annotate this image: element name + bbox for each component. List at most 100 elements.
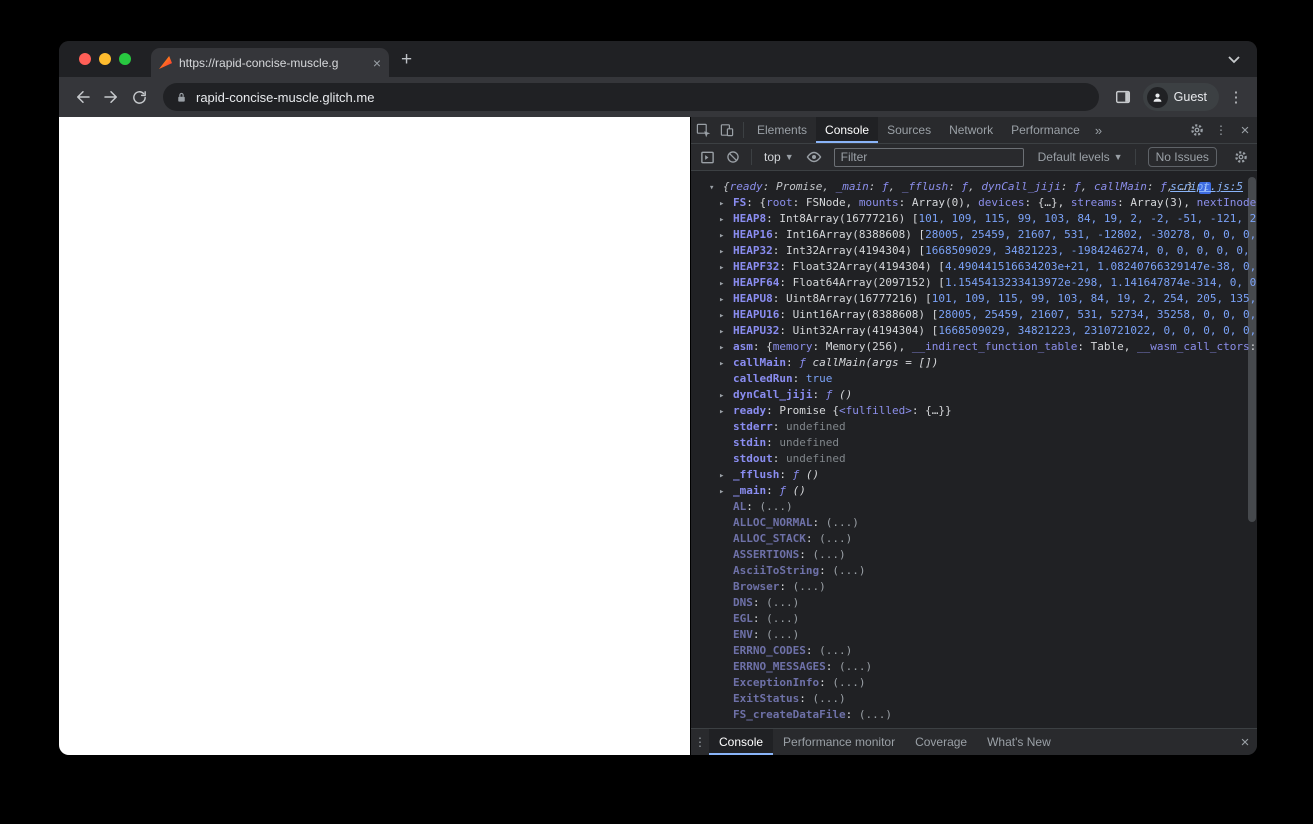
expand-arrow-open-icon[interactable]: ▾	[709, 180, 723, 196]
console-tree-row[interactable]: ▸ HEAP32: Int32Array(4194304) [1668509029…	[691, 243, 1257, 259]
console-tree-row[interactable]: ALLOC_NORMAL: (...)	[691, 515, 1257, 531]
console-tree-row[interactable]: ASSERTIONS: (...)	[691, 547, 1257, 563]
clear-console-button[interactable]	[721, 144, 745, 170]
expand-arrow-closed-icon[interactable]: ▸	[719, 308, 733, 324]
devtools-tab-performance[interactable]: Performance	[1002, 117, 1089, 143]
console-sidebar-button[interactable]	[695, 144, 719, 170]
side-panel-button[interactable]	[1109, 83, 1137, 111]
console-tree-row[interactable]: ▸ HEAP16: Int16Array(8388608) [28005, 254…	[691, 227, 1257, 243]
console-filter-input[interactable]	[833, 147, 1024, 167]
forward-button[interactable]	[97, 83, 125, 111]
console-tree-row[interactable]: ▸ asm: {memory: Memory(256), __indirect_f…	[691, 339, 1257, 355]
expand-arrow-closed-icon[interactable]: ▸	[719, 260, 733, 276]
drawer-tab-whats-new[interactable]: What's New	[977, 729, 1061, 755]
console-tree-row[interactable]: ▸ HEAP8: Int8Array(16777216) [101, 109, 1…	[691, 211, 1257, 227]
expand-arrow-closed-icon[interactable]: ▸	[719, 244, 733, 260]
console-text: (...)	[819, 532, 853, 545]
expand-arrow-closed-icon[interactable]: ▸	[719, 212, 733, 228]
console-tree-row[interactable]: ▾ {ready: Promise, _main: ƒ, _fflush: ƒ, …	[691, 179, 1257, 195]
console-text: HEAP8	[733, 212, 767, 225]
console-text: HEAPU8	[733, 292, 773, 305]
tab-close-icon[interactable]: ×	[373, 56, 381, 70]
drawer-tab-performance-monitor[interactable]: Performance monitor	[773, 729, 905, 755]
expand-arrow-closed-icon[interactable]: ▸	[719, 292, 733, 308]
console-tree-row[interactable]: stderr: undefined	[691, 419, 1257, 435]
devtools-tab-sources[interactable]: Sources	[878, 117, 940, 143]
console-tree-row[interactable]: ▸ callMain: ƒ callMain(args = [])	[691, 355, 1257, 371]
console-tree-row[interactable]: ▸ ready: Promise {<fulfilled>: {…}}	[691, 403, 1257, 419]
console-tree-row[interactable]: stdout: undefined	[691, 451, 1257, 467]
inspect-element-button[interactable]	[691, 117, 715, 143]
console-tree-row[interactable]: calledRun: true	[691, 371, 1257, 387]
expand-arrow-closed-icon[interactable]: ▸	[719, 276, 733, 292]
console-tree-row[interactable]: stdin: undefined	[691, 435, 1257, 451]
console-tree-row[interactable]: EGL: (...)	[691, 611, 1257, 627]
drawer-tab-coverage[interactable]: Coverage	[905, 729, 977, 755]
console-tree-row[interactable]: ▸ HEAPF32: Float32Array(4194304) [4.49044…	[691, 259, 1257, 275]
profile-chip[interactable]: Guest	[1142, 83, 1219, 111]
devtools-tab-network[interactable]: Network	[940, 117, 1002, 143]
lock-icon[interactable]	[175, 91, 188, 104]
console-tree-row[interactable]: AsciiToString: (...)	[691, 563, 1257, 579]
console-tree-row[interactable]: DNS: (...)	[691, 595, 1257, 611]
console-tree-row[interactable]: ERRNO_CODES: (...)	[691, 643, 1257, 659]
reload-button[interactable]	[125, 83, 153, 111]
console-tree-row[interactable]: Browser: (...)	[691, 579, 1257, 595]
console-tree-row[interactable]: ▸ HEAPU8: Uint8Array(16777216) [101, 109,…	[691, 291, 1257, 307]
javascript-context-selector[interactable]: top ▼	[758, 150, 800, 164]
browser-menu-kebab-icon[interactable]: ⋮	[1225, 88, 1247, 106]
issues-button[interactable]: No Issues	[1147, 147, 1217, 167]
expand-arrow-closed-icon[interactable]: ▸	[719, 356, 733, 372]
console-text: undefined	[786, 452, 846, 465]
console-tree-row[interactable]: ExitStatus: (...)	[691, 691, 1257, 707]
devtools-close-icon[interactable]: ×	[1233, 117, 1257, 143]
close-window-button[interactable]	[79, 53, 91, 65]
expand-arrow-closed-icon[interactable]: ▸	[719, 484, 733, 500]
browser-tab[interactable]: https://rapid-concise-muscle.g ×	[151, 48, 389, 77]
zoom-window-button[interactable]	[119, 53, 131, 65]
console-text: :	[799, 692, 813, 705]
console-tree-row[interactable]: ▸ _main: ƒ ()	[691, 483, 1257, 499]
console-tree-row[interactable]: ERRNO_MESSAGES: (...)	[691, 659, 1257, 675]
console-tree-row[interactable]: AL: (...)	[691, 499, 1257, 515]
device-toolbar-button[interactable]	[715, 117, 739, 143]
console-tree-row[interactable]: ExceptionInfo: (...)	[691, 675, 1257, 691]
console-tree-row[interactable]: ▸ HEAPU16: Uint16Array(8388608) [28005, 2…	[691, 307, 1257, 323]
console-settings-gear-icon[interactable]	[1229, 144, 1253, 170]
more-tabs-chevron-icon[interactable]: »	[1089, 123, 1108, 138]
console-tree-row[interactable]: ▸ FS: {root: FSNode, mounts: Array(0), de…	[691, 195, 1257, 211]
devtools-menu-kebab-icon[interactable]: ⋮	[1209, 117, 1233, 143]
tab-search-chevron-icon[interactable]	[1227, 53, 1241, 65]
back-button[interactable]	[69, 83, 97, 111]
console-tree-row[interactable]: ▸ _fflush: ƒ ()	[691, 467, 1257, 483]
address-bar[interactable]: rapid-concise-muscle.glitch.me	[163, 83, 1099, 111]
expand-arrow-closed-icon[interactable]: ▸	[719, 324, 733, 340]
console-tree-row[interactable]: ENV: (...)	[691, 627, 1257, 643]
live-expression-eye-button[interactable]	[802, 144, 826, 170]
chevron-down-icon: ▼	[1113, 152, 1123, 162]
console-tree-row[interactable]: ▸ HEAPF64: Float64Array(2097152) [1.15454…	[691, 275, 1257, 291]
expand-arrow-closed-icon[interactable]: ▸	[719, 228, 733, 244]
window-content: Elements Console Sources Network Perform…	[59, 117, 1257, 755]
devtools-tab-console[interactable]: Console	[816, 117, 879, 143]
drawer-close-icon[interactable]: ×	[1233, 729, 1257, 755]
source-location-link[interactable]: script.js:5	[1170, 179, 1243, 195]
expand-arrow-closed-icon[interactable]: ▸	[719, 388, 733, 404]
devtools-settings-gear-icon[interactable]	[1185, 117, 1209, 143]
expand-arrow-closed-icon[interactable]: ▸	[719, 404, 733, 420]
minimize-window-button[interactable]	[99, 53, 111, 65]
console-tree-row[interactable]: FS_createDataFile: (...)	[691, 707, 1257, 723]
console-text: 101, 109, 115, 99, 103, 84, 19, 2, 254, …	[931, 292, 1257, 305]
console-tree-row[interactable]: ▸ dynCall_jiji: ƒ ()	[691, 387, 1257, 403]
devtools-tab-elements[interactable]: Elements	[748, 117, 816, 143]
console-text: :	[845, 708, 859, 721]
expand-arrow-closed-icon[interactable]: ▸	[719, 468, 733, 484]
expand-arrow-closed-icon[interactable]: ▸	[719, 340, 733, 356]
expand-arrow-closed-icon[interactable]: ▸	[719, 196, 733, 212]
drawer-tab-console[interactable]: Console	[709, 729, 774, 755]
new-tab-button[interactable]: +	[401, 50, 412, 69]
drawer-menu-kebab-icon[interactable]: ⋮	[691, 729, 709, 755]
console-tree-row[interactable]: ▸ HEAPU32: Uint32Array(4194304) [16685090…	[691, 323, 1257, 339]
console-tree-row[interactable]: ALLOC_STACK: (...)	[691, 531, 1257, 547]
log-levels-selector[interactable]: Default levels ▼	[1032, 150, 1129, 164]
